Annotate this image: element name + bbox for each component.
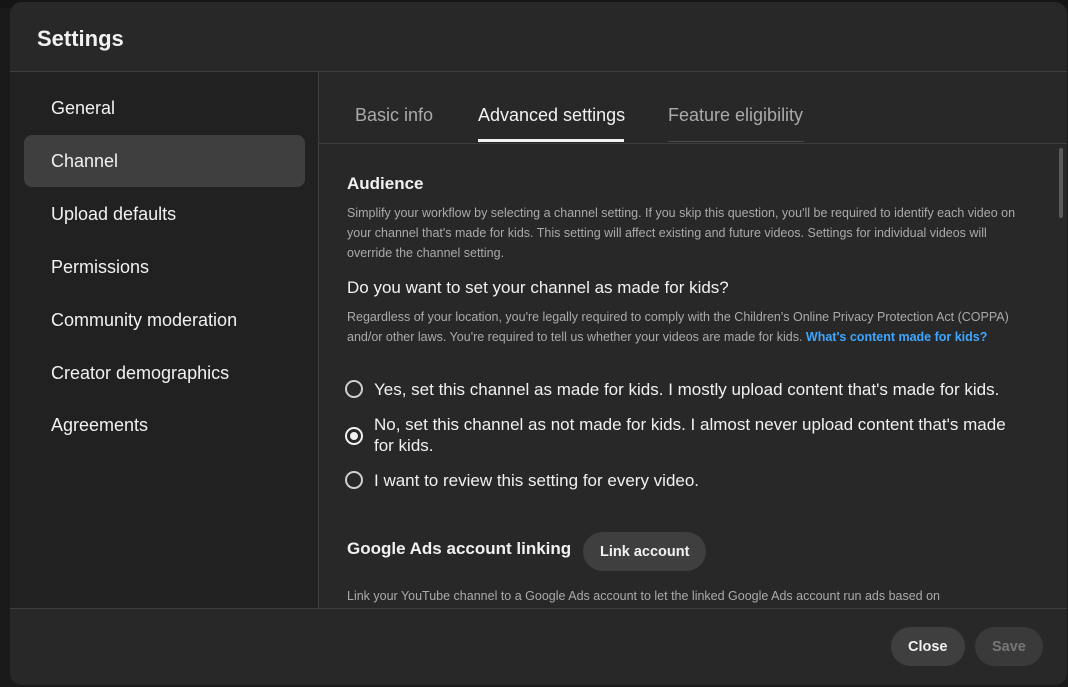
content-made-for-kids-link[interactable]: What's content made for kids? [806,330,987,344]
radio-label-review: I want to review this setting for every … [374,471,700,490]
settings-dialog: Settings General Channel Upload defaults… [10,2,1067,685]
radio-option-not-made-for-kids[interactable]: No, set this channel as not made for kid… [345,414,1025,456]
sidebar-item-upload-defaults[interactable]: Upload defaults [24,188,305,240]
sidebar-item-community-moderation[interactable]: Community moderation [24,294,305,346]
tab-advanced-settings[interactable]: Advanced settings [478,105,625,126]
coppa-notice: Regardless of your location, you're lega… [347,307,1017,347]
settings-sidebar: General Channel Upload defaults Permissi… [10,72,318,608]
radio-option-made-for-kids[interactable]: Yes, set this channel as made for kids. … [345,379,1045,400]
radio-button-yes[interactable] [345,380,363,398]
sidebar-item-agreements[interactable]: Agreements [24,399,305,451]
made-for-kids-question: Do you want to set your channel as made … [347,278,729,297]
sidebar-item-channel[interactable]: Channel [24,135,305,187]
audience-heading: Audience [347,174,424,193]
radio-option-review-each-video[interactable]: I want to review this setting for every … [345,470,1045,491]
google-ads-heading: Google Ads account linking [347,539,572,558]
active-tab-indicator [478,139,624,142]
link-account-button[interactable]: Link account [583,532,707,571]
dialog-title: Settings [37,26,124,51]
audience-description: Simplify your workflow by selecting a ch… [347,206,1016,260]
tab-feature-eligibility[interactable]: Feature eligibility [668,105,803,126]
tab-bar: Basic info Advanced settings Feature eli… [319,72,1067,144]
tab-basic-info[interactable]: Basic info [355,105,433,126]
sidebar-item-general[interactable]: General [24,82,305,134]
radio-button-no[interactable] [345,427,363,445]
close-button[interactable]: Close [891,627,965,666]
tab-hover-line [668,141,804,142]
settings-main-panel: Basic info Advanced settings Feature eli… [319,72,1067,608]
radio-label-no: No, set this channel as not made for kid… [374,415,1006,455]
footer-divider [10,608,1067,609]
google-ads-description: Link your YouTube channel to a Google Ad… [347,589,941,603]
radio-label-yes: Yes, set this channel as made for kids. … [374,380,1000,399]
radio-button-review[interactable] [345,471,363,489]
sidebar-item-creator-demographics[interactable]: Creator demographics [24,347,305,399]
sidebar-item-permissions[interactable]: Permissions [24,241,305,293]
scrollbar-thumb[interactable] [1059,148,1063,218]
save-button[interactable]: Save [975,627,1043,666]
